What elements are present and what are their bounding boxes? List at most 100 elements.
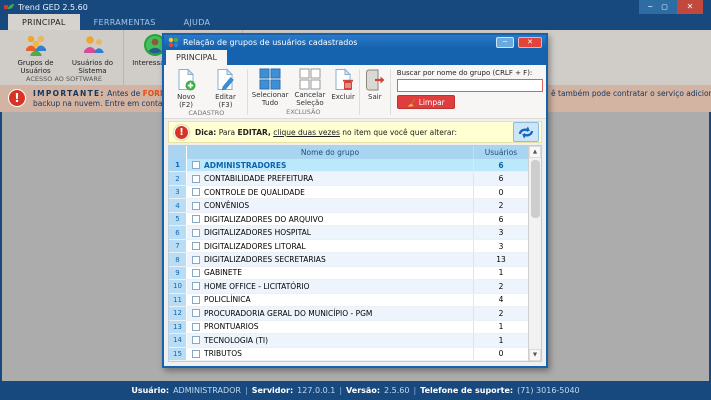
vertical-scrollbar[interactable]: ▲ ▼ bbox=[528, 146, 541, 361]
row-checkbox[interactable] bbox=[192, 229, 200, 237]
refresh-button[interactable] bbox=[513, 122, 539, 142]
row-checkbox[interactable] bbox=[192, 350, 200, 358]
app-window: Trend GED 2.5.60 ─ ▢ ✕ PRINCIPAL FERRAME… bbox=[0, 0, 711, 400]
group-name: PRONTUARIOS bbox=[204, 322, 259, 331]
dialog-toolbar: Novo (F2) Editar (F3) CADASTRO bbox=[164, 65, 546, 119]
row-checkbox[interactable] bbox=[192, 175, 200, 183]
selecionar-tudo-button[interactable]: Selecionar Tudo bbox=[249, 66, 292, 107]
cancelar-selecao-button[interactable]: Cancelar Seleção bbox=[291, 66, 328, 107]
tab-ajuda[interactable]: AJUDA bbox=[170, 14, 225, 30]
table-row[interactable]: 1 ADMINISTRADORES 6 bbox=[169, 159, 528, 172]
table-row[interactable]: 5 DIGITALIZADORES DO ARQUIVO 6 bbox=[169, 213, 528, 226]
table-row[interactable]: 13 PRONTUARIOS 1 bbox=[169, 321, 528, 334]
status-separator: | bbox=[339, 386, 342, 395]
table-row[interactable]: 9 GABINETE 1 bbox=[169, 267, 528, 280]
close-button[interactable]: ✕ bbox=[677, 0, 703, 14]
search-input[interactable] bbox=[397, 79, 543, 92]
row-checkbox[interactable] bbox=[192, 296, 200, 304]
dialog-minimize-button[interactable]: ─ bbox=[496, 37, 514, 48]
close-icon: ✕ bbox=[687, 3, 694, 11]
limpar-button[interactable]: Limpar bbox=[397, 95, 455, 109]
table-body: 1 ADMINISTRADORES 6 2 CONTABILIDADE PREF… bbox=[169, 159, 528, 361]
row-checkbox[interactable] bbox=[192, 309, 200, 317]
table-row[interactable]: 8 DIGITALIZADORES SECRETARIAS 13 bbox=[169, 253, 528, 266]
novo-button[interactable]: Novo (F2) bbox=[167, 66, 205, 109]
tab-principal[interactable]: PRINCIPAL bbox=[8, 14, 80, 30]
row-name-cell: CONTROLE DE QUALIDADE bbox=[187, 186, 474, 198]
app-title: Trend GED 2.5.60 bbox=[18, 3, 88, 12]
minimize-icon[interactable]: ─ bbox=[648, 4, 652, 11]
excluir-button[interactable]: Excluir bbox=[328, 66, 358, 101]
editar-button[interactable]: Editar (F3) bbox=[205, 66, 246, 109]
group-users: 3 bbox=[474, 226, 528, 238]
group-users: 2 bbox=[474, 199, 528, 211]
cancelar-label: Seleção bbox=[296, 99, 323, 107]
status-bar: Usuário: ADMINISTRADOR | Servidor: 127.0… bbox=[0, 381, 711, 400]
table-row[interactable]: 10 HOME OFFICE - LICITATÓRIO 2 bbox=[169, 280, 528, 293]
table-row[interactable]: 3 CONTROLE DE QUALIDADE 0 bbox=[169, 186, 528, 199]
dialog-title: Relação de grupos de usuários cadastrado… bbox=[183, 38, 496, 47]
group-name: CONVÊNIOS bbox=[204, 201, 249, 210]
row-checkbox[interactable] bbox=[192, 161, 200, 169]
row-name-cell: GABINETE bbox=[187, 267, 474, 279]
maximize-icon[interactable]: ▢ bbox=[661, 4, 668, 11]
group-users: 1 bbox=[474, 334, 528, 346]
status-phone-label: Telefone de suporte: bbox=[420, 386, 513, 395]
row-name-cell: DIGITALIZADORES HOSPITAL bbox=[187, 226, 474, 238]
grupos-de-usuarios-button[interactable]: Grupos de Usuários bbox=[7, 30, 64, 75]
novo-label: Novo (F2) bbox=[170, 93, 202, 109]
group-name: CONTROLE DE QUALIDADE bbox=[204, 188, 305, 197]
row-checkbox[interactable] bbox=[192, 336, 200, 344]
row-checkbox[interactable] bbox=[192, 188, 200, 196]
header-nome-do-grupo[interactable]: Nome do grupo bbox=[187, 146, 474, 159]
header-usuarios[interactable]: Usuários bbox=[474, 146, 528, 159]
table-row[interactable]: 11 POLICLÍNICA 4 bbox=[169, 294, 528, 307]
deselect-all-icon bbox=[299, 68, 321, 90]
scroll-up-icon[interactable]: ▲ bbox=[529, 146, 541, 158]
row-checkbox[interactable] bbox=[192, 242, 200, 250]
warning-label: IMPORTANTE: bbox=[33, 89, 105, 98]
sair-button[interactable]: Sair bbox=[361, 66, 389, 101]
table-row[interactable]: 2 CONTABILIDADE PREFEITURA 6 bbox=[169, 172, 528, 185]
row-checkbox[interactable] bbox=[192, 323, 200, 331]
hint-rest: no item que você quer alterar: bbox=[340, 128, 457, 137]
table-header: Nome do grupo Usuários bbox=[169, 146, 528, 159]
group-users: 2 bbox=[474, 307, 528, 319]
refresh-icon bbox=[518, 126, 534, 139]
row-checkbox[interactable] bbox=[192, 215, 200, 223]
hint-double-click-link[interactable]: clique duas vezes bbox=[273, 128, 340, 137]
row-number: 8 bbox=[169, 253, 187, 265]
usuarios-do-sistema-button[interactable]: Usuários do Sistema bbox=[64, 30, 121, 75]
status-version-value: 2.5.60 bbox=[384, 386, 409, 395]
search-panel: Buscar por nome do grupo (CRLF + F): Lim… bbox=[397, 66, 543, 118]
select-all-icon bbox=[259, 68, 281, 90]
row-name-cell: CONVÊNIOS bbox=[187, 199, 474, 211]
search-label: Buscar por nome do grupo (CRLF + F): bbox=[397, 69, 543, 77]
scroll-down-icon[interactable]: ▼ bbox=[529, 349, 541, 361]
dialog-tab-principal[interactable]: PRINCIPAL bbox=[166, 50, 227, 65]
group-name: ADMINISTRADORES bbox=[204, 161, 286, 170]
scrollbar-thumb[interactable] bbox=[531, 160, 540, 218]
status-server-value: 127.0.0.1 bbox=[297, 386, 335, 395]
dialog-titlebar: Relação de grupos de usuários cadastrado… bbox=[164, 35, 546, 49]
dialog-close-button[interactable]: ✕ bbox=[518, 37, 542, 48]
table-row[interactable]: 12 PROCURADORIA GERAL DO MUNICÍPIO - PGM… bbox=[169, 307, 528, 320]
row-number: 5 bbox=[169, 213, 187, 225]
exit-door-icon bbox=[364, 68, 386, 92]
row-checkbox[interactable] bbox=[192, 202, 200, 210]
table-row[interactable]: 4 CONVÊNIOS 2 bbox=[169, 199, 528, 212]
status-separator: | bbox=[413, 386, 416, 395]
broom-icon bbox=[407, 98, 416, 107]
tab-ferramentas[interactable]: FERRAMENTAS bbox=[80, 14, 170, 30]
table-row[interactable]: 7 DIGITALIZADORES LITORAL 3 bbox=[169, 240, 528, 253]
row-number: 6 bbox=[169, 226, 187, 238]
row-checkbox[interactable] bbox=[192, 269, 200, 277]
table-row[interactable]: 14 TECNOLOGIA (TI) 1 bbox=[169, 334, 528, 347]
status-version-label: Versão: bbox=[346, 386, 380, 395]
row-checkbox[interactable] bbox=[192, 282, 200, 290]
row-name-cell: DIGITALIZADORES DO ARQUIVO bbox=[187, 213, 474, 225]
row-checkbox[interactable] bbox=[192, 256, 200, 264]
row-number: 13 bbox=[169, 321, 187, 333]
table-row[interactable]: 15 TRIBUTOS 0 bbox=[169, 348, 528, 361]
table-row[interactable]: 6 DIGITALIZADORES HOSPITAL 3 bbox=[169, 226, 528, 239]
